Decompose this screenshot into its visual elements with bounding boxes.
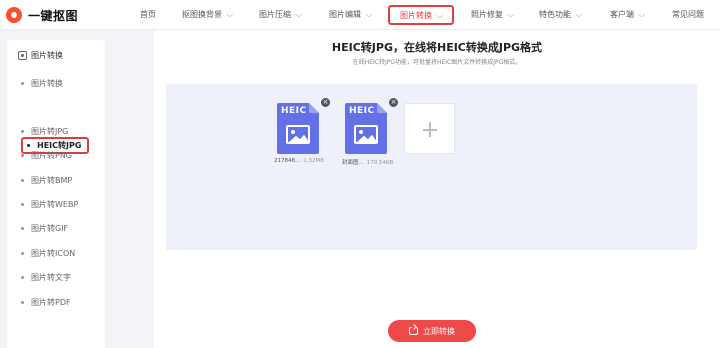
- file-info: 217848... 1.32MB: [274, 158, 324, 164]
- bullet-icon: [21, 300, 24, 304]
- logo-icon: [6, 7, 22, 23]
- logo[interactable]: 一键抠图: [6, 5, 78, 25]
- nav-home[interactable]: 首页: [140, 0, 156, 30]
- nav-faq[interactable]: 常见问题: [672, 0, 704, 30]
- nav-client[interactable]: 客户端 ⌵: [610, 0, 646, 30]
- sidebar-item-to-gif[interactable]: 图片转GIF: [21, 221, 68, 235]
- sidebar-item-to-webp[interactable]: 图片转WEBP: [21, 197, 78, 211]
- page-title: HEIC转JPG，在线将HEIC转换成JPG格式: [331, 41, 543, 54]
- file-card: HEIC × 封面图... 170.54KB: [342, 98, 405, 166]
- chevron-down-icon: ⌵: [365, 11, 373, 19]
- image-icon: [286, 125, 310, 144]
- sidebar-item-convert[interactable]: 图片转换: [21, 76, 63, 90]
- sidebar-item-to-jpg[interactable]: 图片转JPG: [21, 124, 68, 138]
- sidebar-item-to-icon[interactable]: 图片转ICON: [21, 246, 75, 260]
- sidebar: 图片转换 图片转换 HEIC转JPG 图片转JPG 图片转PNG 图片转BMP …: [7, 40, 105, 348]
- page-subtitle: 在线HEIC转JPG功能，可批量将HEIC图片文件转换成JPG格式。: [352, 59, 522, 66]
- main-panel: HEIC转JPG，在线将HEIC转换成JPG格式 在线HEIC转JPG功能，可批…: [154, 30, 720, 348]
- convert-icon: [409, 327, 418, 335]
- file-card: HEIC × 217848... 1.32MB: [274, 98, 337, 164]
- bullet-icon: [21, 153, 24, 157]
- nav-features[interactable]: 特色功能 ⌵: [539, 0, 583, 30]
- image-icon: [354, 125, 378, 144]
- sidebar-item-to-pdf[interactable]: 图片转PDF: [21, 295, 71, 309]
- file-thumbnail: HEIC ×: [277, 98, 330, 154]
- file-info: 封面图... 170.54KB: [342, 158, 393, 166]
- image-convert-icon: [18, 51, 27, 60]
- file-name: 217848...: [274, 158, 301, 164]
- bullet-icon: [21, 251, 24, 255]
- sidebar-item-to-bmp[interactable]: 图片转BMP: [21, 173, 72, 187]
- sidebar-item-to-png[interactable]: 图片转PNG: [21, 148, 72, 162]
- nav-edit[interactable]: 图片编辑 ⌵: [329, 0, 373, 30]
- top-nav-bar: 一键抠图 首页 抠图换背景 ⌵ 图片压缩 ⌵ 图片编辑 ⌵ 图片转换 ⌵ 照片修复 ⌵ 特…: [0, 0, 720, 30]
- sidebar-heading: 图片转换: [18, 50, 63, 61]
- chevron-down-icon: ⌵: [507, 11, 515, 19]
- convert-now-button[interactable]: 立即转换: [388, 320, 476, 342]
- remove-file-button[interactable]: ×: [389, 98, 398, 107]
- bullet-icon: [21, 202, 24, 206]
- nav-convert[interactable]: 图片转换 ⌵: [388, 5, 455, 25]
- file-size: 1.32MB: [303, 158, 325, 164]
- nav-cutout[interactable]: 抠图换背景 ⌵: [182, 0, 234, 30]
- chevron-down-icon: ⌵: [638, 11, 646, 19]
- chevron-down-icon: ⌵: [436, 12, 444, 20]
- upload-area[interactable]: HEIC × 217848... 1.32MB HEIC × 封面图... 170.: [166, 84, 697, 250]
- bullet-icon: [21, 129, 24, 133]
- file-thumbnail: HEIC ×: [345, 98, 398, 154]
- bullet-icon: [21, 226, 24, 230]
- heic-file-icon: HEIC: [345, 103, 387, 154]
- heic-file-icon: HEIC: [277, 103, 319, 154]
- bullet-icon: [21, 275, 24, 279]
- brand-name: 一键抠图: [28, 8, 79, 23]
- sidebar-item-to-text[interactable]: 图片转文字: [21, 270, 71, 284]
- nav-restore[interactable]: 照片修复 ⌵: [471, 0, 515, 30]
- chevron-down-icon: ⌵: [575, 11, 583, 19]
- file-name: 封面图...: [342, 160, 364, 166]
- chevron-down-icon: ⌵: [295, 11, 303, 19]
- bullet-icon: [21, 178, 24, 182]
- nav-compress[interactable]: 图片压缩 ⌵: [259, 0, 303, 30]
- add-file-button[interactable]: [404, 103, 455, 154]
- bullet-icon: [27, 144, 30, 147]
- file-size: 170.54KB: [366, 160, 394, 166]
- bullet-icon: [21, 81, 24, 85]
- chevron-down-icon: ⌵: [226, 11, 234, 19]
- remove-file-button[interactable]: ×: [321, 98, 330, 107]
